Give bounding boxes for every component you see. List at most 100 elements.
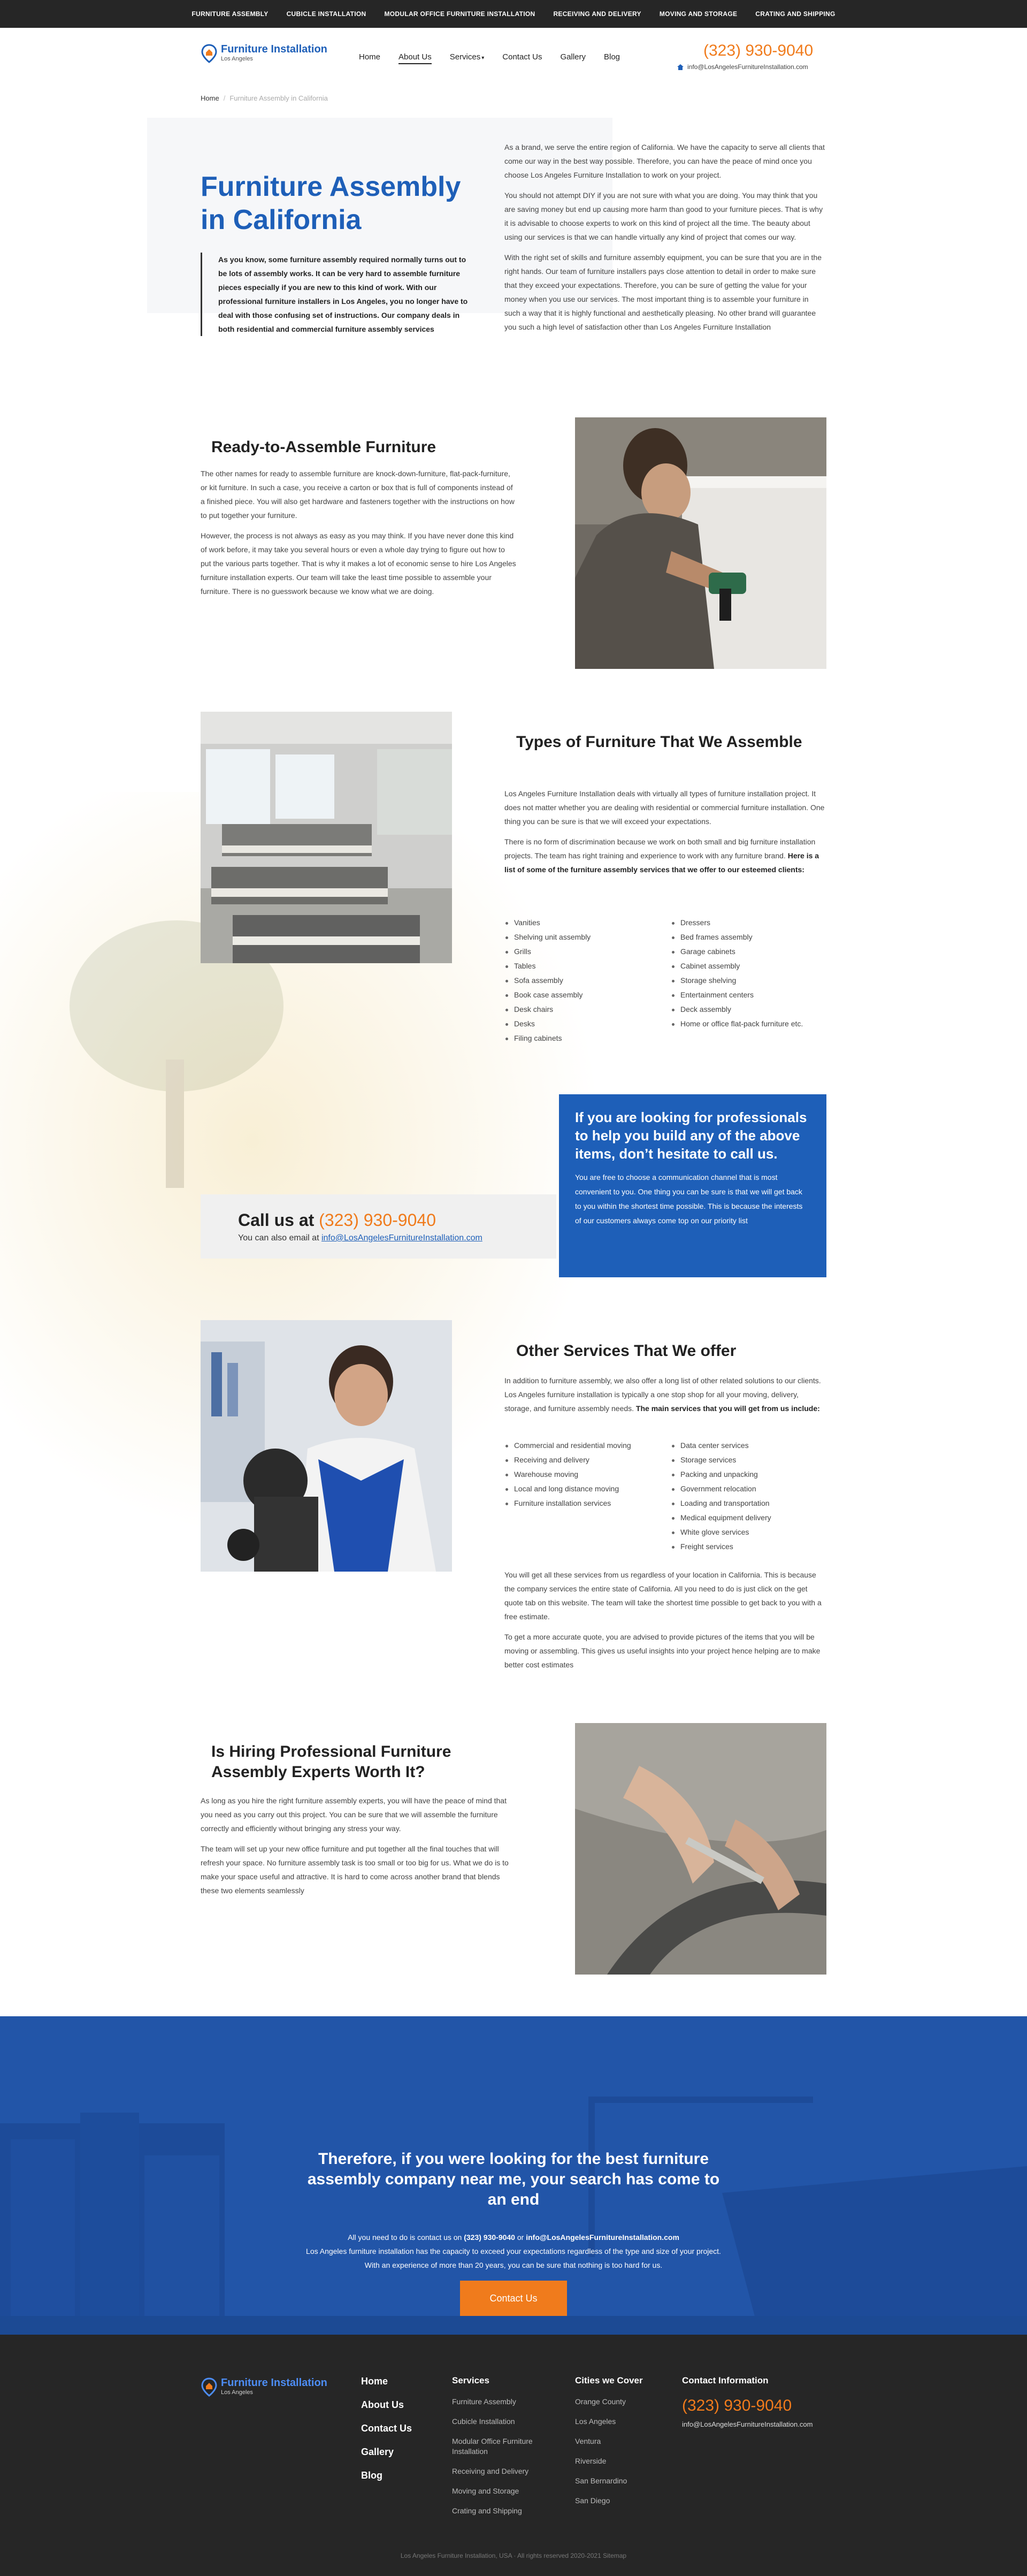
nav-gallery[interactable]: Gallery xyxy=(560,52,586,64)
footer-logo[interactable]: Furniture Installation Los Angeles xyxy=(201,2377,327,2397)
topbar-link[interactable]: MODULAR OFFICE FURNITURE INSTALLATION xyxy=(384,10,535,18)
cta-email[interactable]: info@LosAngelesFurnitureInstallation.com xyxy=(526,2233,679,2242)
list-item: Receiving and delivery xyxy=(504,1453,660,1467)
footer-contact: Contact Information (323) 930-9040 info@… xyxy=(682,2375,813,2428)
list-item: Furniture installation services xyxy=(504,1496,660,1511)
footer-main-links: Home About Us Contact Us Gallery Blog xyxy=(361,2375,412,2493)
contact-us-button[interactable]: Contact Us xyxy=(460,2281,567,2316)
call-phone[interactable]: (323) 930-9040 xyxy=(319,1210,436,1230)
list-item: Desks xyxy=(504,1017,660,1031)
hands-assembling-photo xyxy=(575,1723,826,1975)
footer-contact-heading: Contact Information xyxy=(682,2375,769,2386)
home-icon xyxy=(677,64,684,70)
list-item: Vanities xyxy=(504,916,660,930)
footer-link-home[interactable]: Home xyxy=(361,2375,412,2387)
smiling-worker-photo xyxy=(201,1320,452,1572)
list-item: Freight services xyxy=(671,1539,826,1554)
footer-service-link[interactable]: Furniture Assembly xyxy=(452,2397,543,2407)
list-item: Dressers xyxy=(671,916,826,930)
call-email-link[interactable]: info@LosAngelesFurnitureInstallation.com xyxy=(321,1233,482,1243)
hiring-heading: Is Hiring Professional Furniture Assembl… xyxy=(204,1733,511,1782)
footer-email[interactable]: info@LosAngelesFurnitureInstallation.com xyxy=(682,2420,813,2428)
other-services-heading: Other Services That We offer xyxy=(508,1332,736,1361)
hero-paragraph: With the right set of skills and furnitu… xyxy=(504,253,822,331)
list-item: Storage services xyxy=(671,1453,826,1467)
chevron-down-icon: ▾ xyxy=(481,55,485,61)
nav-home[interactable]: Home xyxy=(359,52,380,64)
header-email: info@LosAngelesFurnitureInstallation.com xyxy=(687,63,808,71)
footer-city-link[interactable]: San Bernardino xyxy=(575,2476,643,2486)
footer-link-contact[interactable]: Contact Us xyxy=(361,2422,412,2434)
cta-section: Therefore, if you were looking for the b… xyxy=(0,2016,1027,2335)
footer-services-heading: Services xyxy=(452,2375,489,2386)
cta-text: All you need to do is contact us on (323… xyxy=(306,2233,721,2269)
list-item: Sofa assembly xyxy=(504,973,660,988)
types-text: Los Angeles Furniture Installation deals… xyxy=(504,787,826,883)
footer-service-link[interactable]: Receiving and Delivery xyxy=(452,2466,543,2476)
other-services-list: Commercial and residential moving Receiv… xyxy=(504,1438,826,1554)
cta-phone[interactable]: (323) 930-9040 xyxy=(464,2233,515,2242)
logo-name: Furniture Installation xyxy=(221,43,327,55)
rta-paragraph: However, the process is not always as ea… xyxy=(201,531,516,596)
list-item: Book case assembly xyxy=(504,988,660,1002)
topbar-link[interactable]: CRATING AND SHIPPING xyxy=(755,10,835,18)
other-paragraph: To get a more accurate quote, you are ad… xyxy=(504,1633,821,1669)
rta-heading: Ready-to-Assemble Furniture xyxy=(203,429,436,458)
footer-link-blog[interactable]: Blog xyxy=(361,2470,412,2481)
footer-link-about[interactable]: About Us xyxy=(361,2399,412,2411)
topbar-link[interactable]: FURNITURE ASSEMBLY xyxy=(191,10,268,18)
types-heading: Types of Furniture That We Assemble xyxy=(509,723,816,752)
main-nav: Home About Us Services ▾ Contact Us Galle… xyxy=(359,52,620,64)
list-item: Loading and transportation xyxy=(671,1496,826,1511)
rta-text: The other names for ready to assemble fu… xyxy=(201,467,516,605)
breadcrumb-current: Furniture Assembly in California xyxy=(229,94,328,102)
logo-sub: Los Angeles xyxy=(221,56,253,62)
site-logo[interactable]: Furniture Installation Los Angeles xyxy=(201,44,327,63)
footer-cities-heading: Cities we Cover xyxy=(575,2375,643,2386)
nav-contact-us[interactable]: Contact Us xyxy=(502,52,542,64)
callout-text: You are free to choose a communication c… xyxy=(575,1173,803,1225)
footer-service-link[interactable]: Cubicle Installation xyxy=(452,2417,543,2427)
footer-service-link[interactable]: Modular Office Furniture Installation xyxy=(452,2436,543,2457)
footer-city-link[interactable]: Orange County xyxy=(575,2397,643,2407)
list-item: Entertainment centers xyxy=(671,988,826,1002)
list-item: Cabinet assembly xyxy=(671,959,826,973)
footer-phone[interactable]: (323) 930-9040 xyxy=(682,2397,813,2415)
callout-heading: If you are looking for professionals to … xyxy=(575,1109,807,1162)
hiring-text: As long as you hire the right furniture … xyxy=(201,1794,516,1904)
installer-drilling-photo xyxy=(575,417,826,669)
footer-link-gallery[interactable]: Gallery xyxy=(361,2446,412,2458)
topbar-link[interactable]: MOVING AND STORAGE xyxy=(660,10,737,18)
footer-city-link[interactable]: Riverside xyxy=(575,2456,643,2466)
topbar-link[interactable]: RECEIVING AND DELIVERY xyxy=(553,10,641,18)
topbar-link[interactable]: CUBICLE INSTALLATION xyxy=(287,10,366,18)
footer-city-link[interactable]: Los Angeles xyxy=(575,2417,643,2427)
nav-about-us[interactable]: About Us xyxy=(398,52,432,64)
footer-service-link[interactable]: Moving and Storage xyxy=(452,2486,543,2496)
header-phone[interactable]: (323) 930-9040 xyxy=(703,42,813,60)
header-email-link[interactable]: info@LosAngelesFurnitureInstallation.com xyxy=(677,63,808,71)
list-item: Commercial and residential moving xyxy=(504,1438,660,1453)
footer-city-link[interactable]: Ventura xyxy=(575,2436,643,2447)
hero-paragraph: You should not attempt DIY if you are no… xyxy=(504,191,823,241)
breadcrumb: Home / Furniture Assembly in California xyxy=(201,94,328,102)
hero-intro: As a brand, we serve the entire region o… xyxy=(504,140,825,340)
list-item: Data center services xyxy=(671,1438,826,1453)
nav-services[interactable]: Services ▾ xyxy=(450,52,485,64)
site-header: Furniture Installation Los Angeles Home … xyxy=(0,28,1027,81)
hero-quote: As you know, some furniture assembly req… xyxy=(201,253,468,336)
location-pin-logo-icon xyxy=(201,44,217,63)
list-item: Bed frames assembly xyxy=(671,930,826,944)
hero-paragraph: As a brand, we serve the entire region o… xyxy=(504,143,825,179)
breadcrumb-home[interactable]: Home xyxy=(201,94,219,102)
page-title: Furniture Assembly in California xyxy=(201,171,461,235)
list-item: Storage shelving xyxy=(671,973,826,988)
footer-service-link[interactable]: Crating and Shipping xyxy=(452,2506,543,2516)
office-cubicles-photo xyxy=(201,712,452,963)
location-pin-logo-icon xyxy=(201,2377,217,2397)
call-heading: Call us at (323) 930-9040 xyxy=(238,1210,436,1230)
footer-city-link[interactable]: San Diego xyxy=(575,2496,643,2506)
nav-blog[interactable]: Blog xyxy=(604,52,620,64)
rta-paragraph: The other names for ready to assemble fu… xyxy=(201,469,515,520)
top-service-bar: FURNITURE ASSEMBLY CUBICLE INSTALLATION … xyxy=(0,0,1027,28)
